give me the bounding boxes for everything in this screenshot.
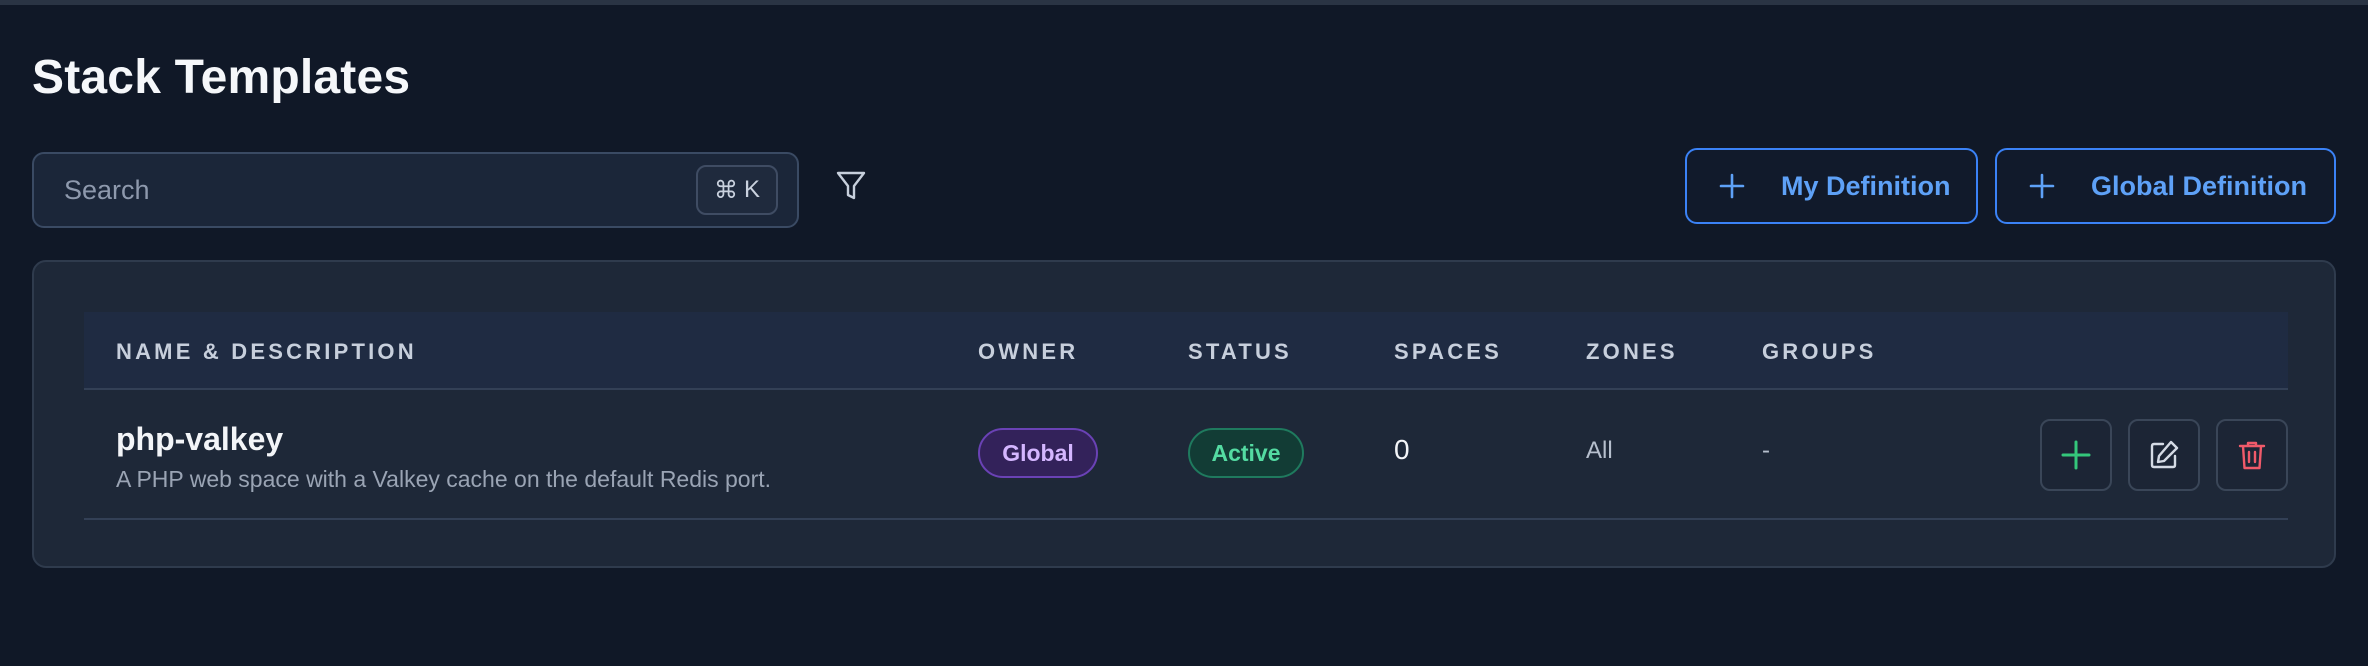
column-header-groups[interactable]: GROUPS xyxy=(1762,339,1877,365)
groups-value: - xyxy=(1762,437,1770,464)
search-input[interactable] xyxy=(64,154,704,226)
search-shortcut-hint: ⌘ K xyxy=(696,165,778,215)
column-header-name[interactable]: NAME & DESCRIPTION xyxy=(116,339,417,365)
plus-icon xyxy=(2029,173,2055,199)
owner-badge: Global xyxy=(978,428,1098,478)
edit-icon xyxy=(2150,440,2179,469)
column-header-spaces[interactable]: SPACES xyxy=(1394,339,1502,365)
add-global-definition-button[interactable]: Global Definition xyxy=(1995,148,2336,224)
template-name[interactable]: php-valkey xyxy=(116,421,283,458)
page-title: Stack Templates xyxy=(32,51,411,104)
top-divider xyxy=(0,0,2368,5)
my-definition-label: My Definition xyxy=(1781,170,1951,201)
zones-value: All xyxy=(1586,437,1613,464)
search-box[interactable]: ⌘ K xyxy=(32,152,799,228)
edit-template-button[interactable] xyxy=(2128,419,2200,491)
table-header: NAME & DESCRIPTION OWNER STATUS SPACES Z… xyxy=(84,312,2288,390)
column-header-zones[interactable]: ZONES xyxy=(1586,339,1678,365)
template-description: A PHP web space with a Valkey cache on t… xyxy=(116,466,772,492)
status-badge: Active xyxy=(1188,428,1304,478)
spaces-count: 0 xyxy=(1394,434,1410,465)
plus-icon xyxy=(2061,440,2091,470)
filter-icon[interactable] xyxy=(834,168,868,204)
column-header-status[interactable]: STATUS xyxy=(1188,339,1292,365)
column-header-owner[interactable]: OWNER xyxy=(978,339,1078,365)
templates-table-panel: NAME & DESCRIPTION OWNER STATUS SPACES Z… xyxy=(32,260,2336,568)
add-my-definition-button[interactable]: My Definition xyxy=(1685,148,1978,224)
create-space-button[interactable] xyxy=(2040,419,2112,491)
trash-icon xyxy=(2238,441,2266,470)
table-row: php-valkey A PHP web space with a Valkey… xyxy=(84,390,2288,520)
delete-template-button[interactable] xyxy=(2216,419,2288,491)
plus-icon xyxy=(1719,173,1745,199)
shortcut-key-label: K xyxy=(743,176,760,203)
global-definition-label: Global Definition xyxy=(2091,170,2307,201)
command-key-icon: ⌘ xyxy=(713,176,738,204)
